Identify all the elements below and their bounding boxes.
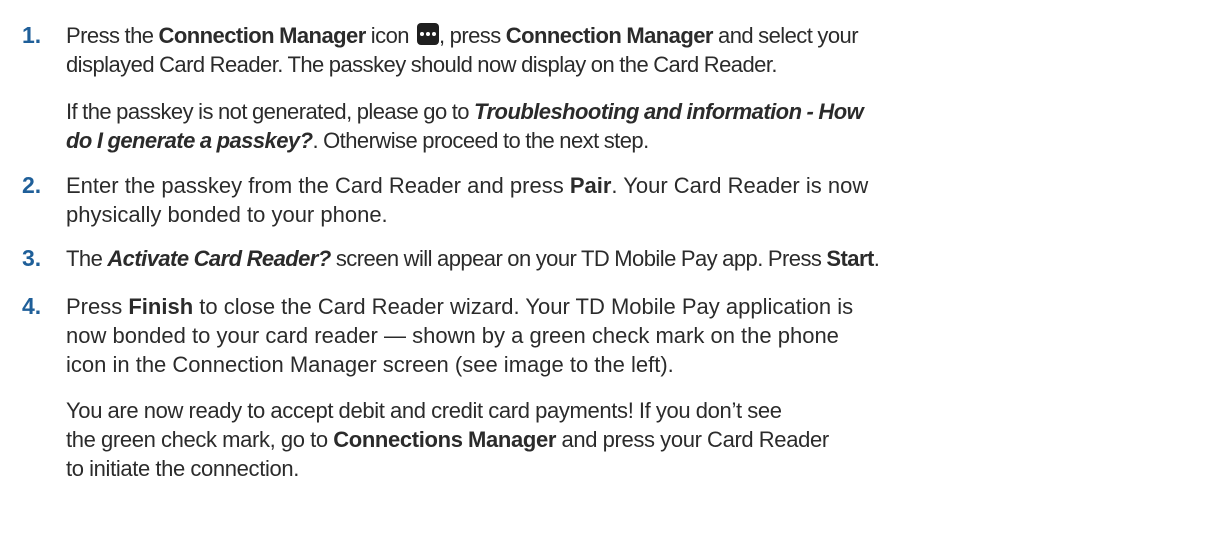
step-number: 1.	[22, 22, 42, 48]
step-3: 3. The Activate Card Reader? screen will…	[22, 244, 1206, 273]
step-4: 4. Press Finish to close the Card Reader…	[22, 292, 1206, 379]
pair-label: Pair	[569, 173, 612, 198]
step-text-line: now bonded to your card reader — shown b…	[66, 323, 839, 348]
instructions-document: 1. Press the Connection Manager icon , p…	[0, 0, 1213, 545]
step-text-line: the green check mark, go to Connections …	[66, 427, 829, 452]
troubleshooting-reference: Troubleshooting and information - How	[474, 99, 864, 124]
step-1-note: If the passkey is not generated, please …	[66, 97, 1206, 155]
connection-manager-label: Connection Manager	[505, 23, 714, 48]
step-text-line: If the passkey is not generated, please …	[66, 99, 864, 124]
step-text-line: to initiate the connection.	[66, 456, 300, 481]
troubleshooting-reference: do I generate a passkey?	[66, 128, 313, 153]
step-text-line: do I generate a passkey?. Otherwise proc…	[66, 128, 649, 153]
start-label: Start	[826, 246, 874, 271]
activate-card-reader-reference: Activate Card Reader?	[107, 246, 331, 271]
step-text-line: The Activate Card Reader? screen will ap…	[66, 246, 880, 271]
step-text-line: You are now ready to accept debit and cr…	[66, 398, 782, 423]
step-1: 1. Press the Connection Manager icon , p…	[22, 21, 1206, 79]
step-4-note: You are now ready to accept debit and cr…	[66, 396, 1206, 483]
step-number: 3.	[22, 245, 42, 271]
step-number: 2.	[22, 172, 42, 198]
finish-label: Finish	[128, 294, 194, 319]
step-2: 2. Enter the passkey from the Card Reade…	[22, 171, 1206, 229]
step-text-line: physically bonded to your phone.	[66, 202, 388, 227]
step-text-line: Press Finish to close the Card Reader wi…	[66, 294, 854, 319]
connection-manager-label: Connection Manager	[158, 23, 367, 48]
step-text-line: displayed Card Reader. The passkey shoul…	[66, 52, 778, 77]
step-text-line: Press the Connection Manager icon , pres…	[66, 23, 859, 48]
step-text-line: icon in the Connection Manager screen (s…	[66, 352, 674, 377]
connections-manager-label: Connections Manager	[333, 427, 557, 452]
more-dots-icon	[417, 23, 440, 45]
step-number: 4.	[22, 293, 42, 319]
step-text-line: Enter the passkey from the Card Reader a…	[66, 173, 869, 198]
